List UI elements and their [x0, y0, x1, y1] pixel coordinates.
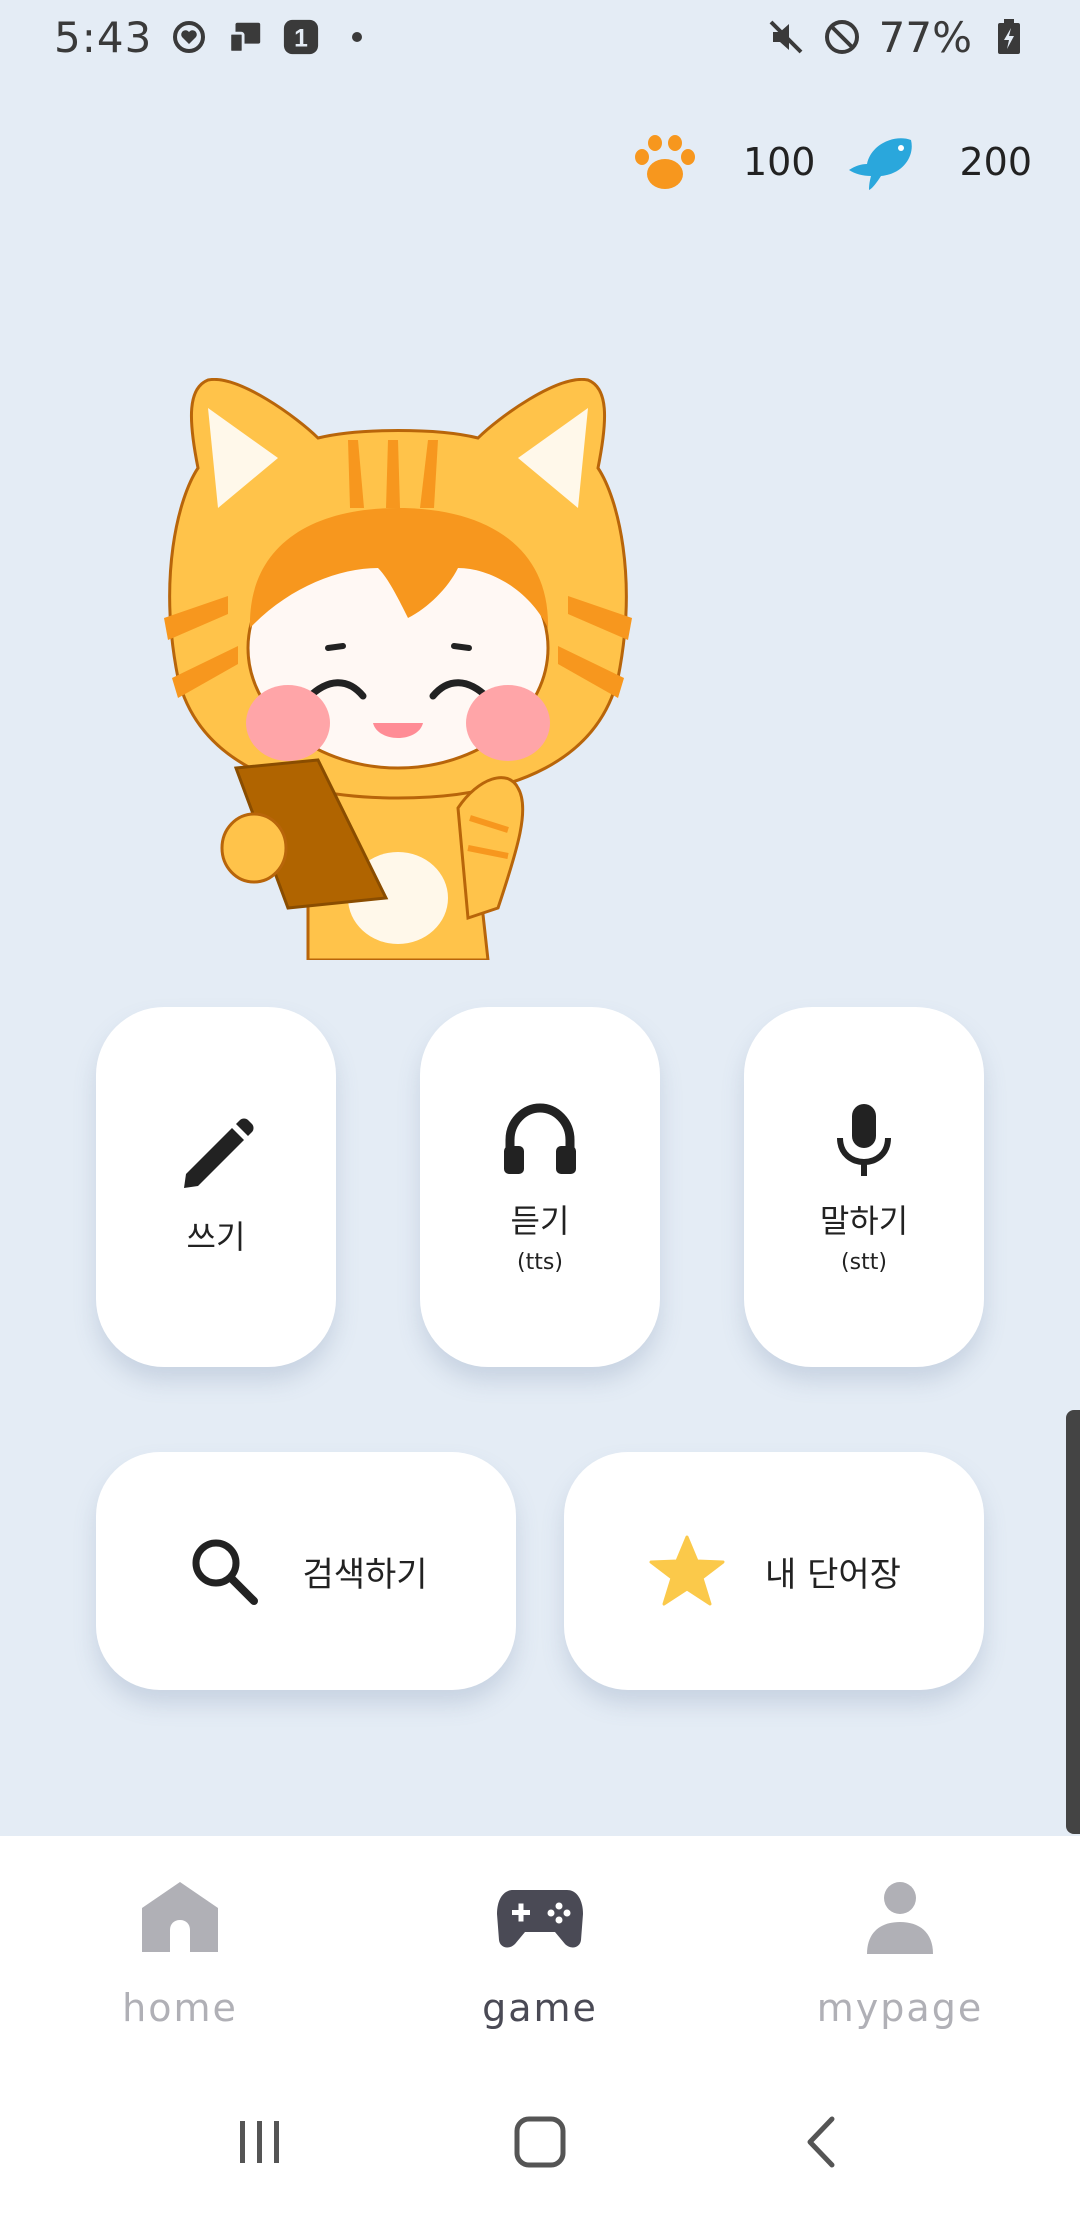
battery-charging-icon [990, 18, 1028, 56]
status-left: 5:43 1 [54, 13, 376, 62]
fish-currency: 200 [845, 130, 1032, 194]
wordbook-button[interactable]: 내 단어장 [564, 1452, 984, 1690]
currency-bar: 100 200 [629, 130, 1032, 194]
cast-icon [226, 18, 264, 56]
write-button[interactable]: 쓰기 [96, 1007, 336, 1367]
paw-currency: 100 [629, 130, 816, 194]
cat-character-illustration [164, 378, 632, 960]
microphone-icon [824, 1100, 904, 1180]
nav-item-game[interactable]: game [360, 1836, 720, 2064]
bottom-navigation: home game mypage [0, 1836, 1080, 2064]
back-chevron-icon [807, 2116, 835, 2168]
mute-icon [767, 18, 805, 56]
home-square-icon [514, 2116, 566, 2168]
scrollbar[interactable] [1066, 1410, 1080, 1834]
nav-label-home: home [122, 1986, 238, 2030]
paw-count: 100 [742, 140, 816, 184]
home-icon [135, 1878, 225, 1958]
back-button[interactable] [780, 2102, 860, 2182]
battery-percent: 77% [878, 12, 972, 62]
listen-button[interactable]: 듣기 (tts) [420, 1007, 660, 1367]
fish-icon [849, 138, 913, 190]
speak-sublabel: (stt) [841, 1249, 887, 1275]
speak-button[interactable]: 말하기 (stt) [744, 1007, 984, 1367]
listen-sublabel: (tts) [517, 1249, 563, 1275]
paw-icon [634, 135, 695, 189]
clock: 5:43 [54, 12, 153, 62]
status-bar: 5:43 1 77% [0, 0, 1080, 74]
star-icon [647, 1531, 727, 1611]
status-right: 77% [767, 13, 1028, 62]
nav-item-home[interactable]: home [0, 1836, 360, 2064]
wordbook-label: 내 단어장 [765, 1554, 901, 1595]
nav-label-mypage: mypage [816, 1986, 984, 2030]
search-icon [184, 1531, 264, 1611]
system-navigation-bar [0, 2064, 1080, 2220]
pencil-icon [176, 1116, 256, 1196]
write-label: 쓰기 [186, 1218, 246, 1256]
dot-icon [338, 18, 376, 56]
recent-apps-button[interactable] [220, 2102, 300, 2182]
fish-count: 200 [959, 140, 1032, 184]
recent-apps-icon [240, 2121, 279, 2163]
search-label: 검색하기 [302, 1554, 428, 1595]
nav-item-mypage[interactable]: mypage [720, 1836, 1080, 2064]
headphones-icon [500, 1100, 580, 1180]
badge-icon: 1 [282, 18, 320, 56]
badge-count: 1 [294, 26, 308, 53]
home-system-button[interactable] [500, 2102, 580, 2182]
gamepad-icon [495, 1878, 585, 1958]
heart-circle-icon [170, 18, 208, 56]
speak-label: 말하기 [819, 1201, 909, 1240]
nav-label-game: game [482, 1986, 598, 2030]
person-icon [855, 1878, 945, 1958]
listen-label: 듣기 [510, 1201, 570, 1240]
do-not-disturb-icon [823, 18, 861, 56]
search-button[interactable]: 검색하기 [96, 1452, 516, 1690]
